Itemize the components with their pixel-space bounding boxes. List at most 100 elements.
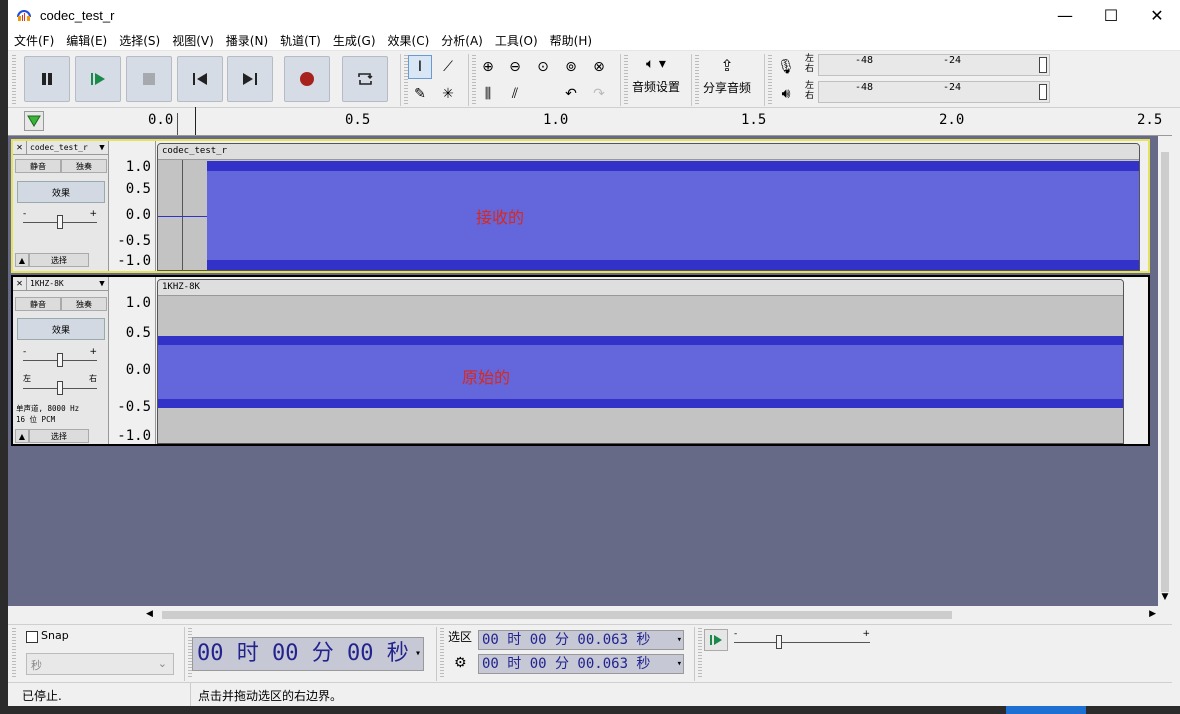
multi-tool-button[interactable]: ✳ — [436, 82, 460, 106]
menu-view[interactable]: 视图(V) — [166, 32, 220, 49]
zoom-toggle-button[interactable]: ⊗ — [587, 55, 611, 79]
gain-slider[interactable]: - + — [23, 347, 97, 367]
audio-track-original[interactable]: ✕ 1KHZ-8K ▼ 静音 独奏 效果 - + 左 右 单声道, 8000 H… — [11, 275, 1150, 446]
playback-speed-slider[interactable]: - + — [734, 629, 870, 649]
record-meter[interactable]: -48 -24 — [818, 54, 1050, 76]
selection-start-display[interactable]: 00 时 00 分 00.063 秒 ▾ — [478, 630, 684, 650]
timeline-ruler[interactable]: 0.0 0.5 1.0 1.5 2.0 2.5 — [8, 107, 1172, 136]
dropdown-arrow-icon[interactable]: ▼ — [95, 143, 109, 153]
undo-button[interactable]: ↶ — [559, 82, 583, 106]
track-name-menu[interactable]: codec_test_r — [27, 143, 95, 152]
track-name-menu[interactable]: 1KHZ-8K — [27, 279, 95, 288]
solo-button[interactable]: 独奏 — [61, 159, 107, 173]
selection-settings-button[interactable]: ⚙ — [454, 655, 467, 671]
loop-button[interactable] — [342, 56, 388, 102]
selection-grip[interactable] — [440, 628, 444, 678]
amplitude-scale[interactable]: 1.0 0.5 0.0 -0.5 -1.0 — [110, 141, 156, 271]
effects-button[interactable]: 效果 — [17, 318, 105, 340]
trim-button[interactable]: ⫼ — [476, 82, 500, 106]
collapse-track-button[interactable]: ▲ — [15, 253, 29, 267]
scroll-down-arrow-icon[interactable]: ▼ — [1158, 592, 1172, 606]
snap-checkbox[interactable] — [26, 631, 38, 643]
audio-position-display[interactable]: 00 时 00 分 00 秒 ▾ — [192, 637, 424, 671]
select-track-button[interactable]: 选择 — [29, 253, 89, 267]
menu-edit[interactable]: 编辑(E) — [60, 32, 113, 49]
clip-name[interactable]: 1KHZ-8K — [158, 280, 1123, 296]
menu-tools[interactable]: 工具(O) — [489, 32, 544, 49]
play-at-speed-button[interactable] — [704, 629, 728, 651]
redo-button[interactable]: ↷ — [587, 82, 611, 106]
menu-analyze[interactable]: 分析(A) — [435, 32, 489, 49]
audio-track-received[interactable]: ✕ codec_test_r ▼ 静音 独奏 效果 - + ▲ 选择 1.0 0… — [11, 139, 1150, 273]
gain-slider-thumb[interactable] — [57, 215, 63, 229]
playback-meter[interactable]: -48 -24 — [818, 81, 1050, 103]
track-close-button[interactable]: ✕ — [13, 140, 27, 155]
scroll-right-arrow-icon[interactable]: ▶ — [1149, 609, 1156, 619]
mute-button[interactable]: 静音 — [15, 159, 61, 173]
dropdown-arrow-icon[interactable]: ▾ — [677, 655, 682, 673]
playback-meter-button[interactable]: 🔊︎ — [774, 82, 798, 106]
gain-slider-thumb[interactable] — [57, 353, 63, 367]
selection-end-display[interactable]: 00 时 00 分 00.063 秒 ▾ — [478, 654, 684, 674]
menu-tracks[interactable]: 轨道(T) — [274, 32, 327, 49]
fit-selection-button[interactable]: ⊙ — [531, 55, 555, 79]
menu-help[interactable]: 帮助(H) — [544, 32, 598, 49]
ruler-label: 2.5 — [1137, 112, 1163, 128]
zoom-in-button[interactable]: ⊕ — [476, 55, 500, 79]
audio-clip[interactable]: 1KHZ-8K 原始的 — [157, 279, 1124, 444]
select-track-button[interactable]: 选择 — [29, 429, 89, 443]
silence-button[interactable]: ⫽ — [503, 82, 527, 106]
menu-select[interactable]: 选择(S) — [113, 32, 166, 49]
scroll-left-arrow-icon[interactable]: ◀ — [146, 609, 153, 619]
dropdown-arrow-icon[interactable]: ▼ — [95, 279, 109, 289]
solo-button[interactable]: 独奏 — [61, 297, 107, 311]
skip-to-start-button[interactable] — [177, 56, 223, 102]
snap-grip[interactable] — [12, 628, 16, 678]
play-at-speed-grip[interactable] — [698, 628, 702, 678]
record-button[interactable] — [284, 56, 330, 102]
menu-generate[interactable]: 生成(G) — [327, 32, 382, 49]
effects-button[interactable]: 效果 — [17, 181, 105, 203]
pause-button[interactable] — [24, 56, 70, 102]
amplitude-scale[interactable]: 1.0 0.5 0.0 -0.5 -1.0 — [110, 277, 156, 444]
close-button[interactable]: ✕ — [1134, 0, 1180, 30]
maximize-button[interactable]: ☐ — [1088, 0, 1134, 30]
selection-tool-button[interactable]: I — [408, 55, 432, 79]
skip-to-end-button[interactable] — [227, 56, 273, 102]
toolbar-grip[interactable] — [12, 55, 16, 105]
scrollbar-thumb[interactable] — [1161, 152, 1169, 592]
pan-slider-thumb[interactable] — [57, 381, 63, 395]
envelope-tool-button[interactable]: ⟋ — [436, 55, 460, 79]
snap-unit-select[interactable]: 秒 ⌄ — [26, 653, 174, 675]
dropdown-arrow-icon[interactable]: ▾ — [677, 631, 682, 649]
mute-button[interactable]: 静音 — [15, 297, 61, 311]
track-close-button[interactable]: ✕ — [13, 276, 27, 291]
fit-project-button[interactable]: ⊚ — [559, 55, 583, 79]
meter-slider-handle[interactable] — [1039, 84, 1047, 100]
gain-slider[interactable]: - + — [23, 209, 97, 229]
horizontal-scrollbar[interactable]: ◀ ▶ — [146, 607, 1158, 623]
audio-settings-button[interactable]: 🔈︎ ▾ 音频设置 — [628, 56, 684, 102]
stop-button[interactable] — [126, 56, 172, 102]
menu-file[interactable]: 文件(F) — [8, 32, 60, 49]
zoom-out-button[interactable]: ⊖ — [503, 55, 527, 79]
minimize-button[interactable]: — — [1042, 0, 1088, 30]
draw-tool-button[interactable]: ✎ — [408, 82, 432, 106]
meter-slider-handle[interactable] — [1039, 57, 1047, 73]
collapse-track-button[interactable]: ▲ — [15, 429, 29, 443]
meter-grip[interactable] — [768, 55, 772, 105]
play-button[interactable] — [75, 56, 121, 102]
speed-slider-thumb[interactable] — [776, 635, 782, 649]
redo-icon: ↷ — [593, 86, 605, 102]
menu-effect[interactable]: 效果(C) — [382, 32, 436, 49]
audio-clip[interactable]: codec_test_r 接收的 — [157, 143, 1140, 271]
menu-transport[interactable]: 播录(N) — [220, 32, 274, 49]
share-audio-button[interactable]: ⇪ 分享音频 — [699, 56, 755, 102]
vertical-scrollbar[interactable]: ▼ — [1158, 136, 1172, 606]
dropdown-arrow-icon[interactable]: ▾ — [415, 638, 421, 670]
play-head-marker[interactable] — [24, 111, 44, 131]
pan-slider[interactable]: 左 右 — [23, 374, 97, 395]
record-meter-button[interactable]: 🎙︎ — [774, 55, 798, 79]
clip-name[interactable]: codec_test_r — [158, 144, 1139, 160]
scrollbar-thumb[interactable] — [162, 611, 952, 619]
